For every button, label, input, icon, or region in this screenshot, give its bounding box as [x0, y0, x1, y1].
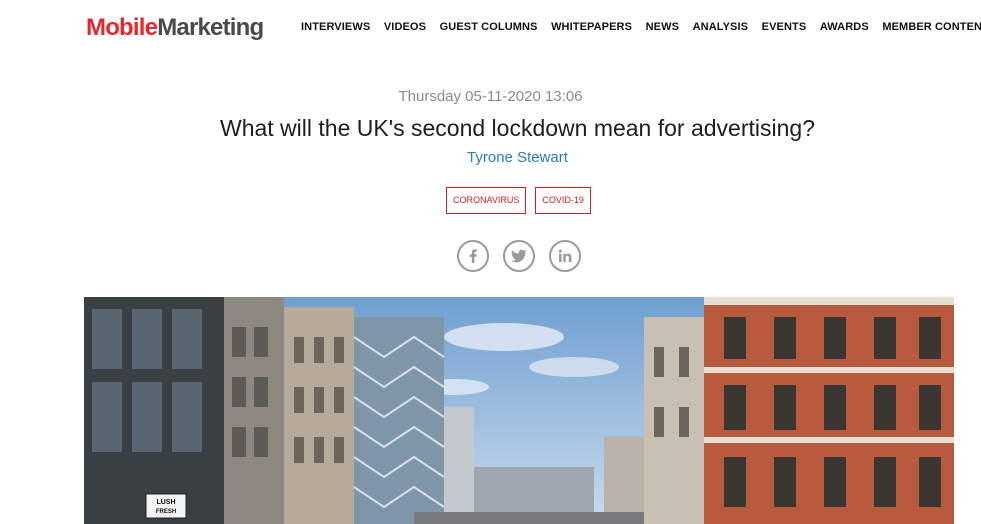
- share-linkedin-button[interactable]: [549, 240, 581, 272]
- nav-item-analysis[interactable]: ANALYSIS: [693, 19, 748, 35]
- site-header: MobileMarketing INTERVIEWS VIDEOS GUEST …: [0, 0, 981, 60]
- article-tags: CORONAVIRUS COVID-19: [446, 187, 591, 214]
- svg-text:FRESH: FRESH: [156, 509, 176, 515]
- facebook-icon: [469, 249, 477, 263]
- share-twitter-button[interactable]: [503, 240, 535, 272]
- logo-part-mobile: Mobile: [86, 14, 158, 41]
- linkedin-icon: [558, 249, 572, 262]
- main-nav: INTERVIEWS VIDEOS GUEST COLUMNS WHITEPAP…: [301, 19, 981, 35]
- article-author-link[interactable]: Tyrone Stewart: [0, 149, 981, 167]
- svg-text:LUSH: LUSH: [156, 499, 175, 506]
- nav-item-member-content[interactable]: MEMBER CONTENT: [882, 19, 981, 35]
- street-photo: LUSH FRESH: [84, 297, 954, 524]
- social-share-bar: [457, 240, 581, 272]
- twitter-icon: [511, 249, 527, 263]
- article-title: What will the UK's second lockdown mean …: [219, 115, 815, 141]
- nav-item-whitepapers[interactable]: WHITEPAPERS: [551, 19, 632, 35]
- nav-item-news[interactable]: NEWS: [646, 19, 679, 35]
- article-date: Thursday 05-11-2020 13:06: [398, 88, 583, 105]
- nav-item-guest-columns[interactable]: GUEST COLUMNS: [440, 19, 538, 35]
- tag-covid-19[interactable]: COVID-19: [535, 187, 591, 214]
- tag-coronavirus[interactable]: CORONAVIRUS: [446, 187, 527, 214]
- share-facebook-button[interactable]: [457, 240, 489, 272]
- nav-item-interviews[interactable]: INTERVIEWS: [301, 19, 370, 35]
- logo-part-marketing: Marketing: [157, 14, 264, 41]
- nav-item-awards[interactable]: AWARDS: [820, 19, 869, 35]
- nav-item-events[interactable]: EVENTS: [762, 19, 807, 35]
- nav-item-videos[interactable]: VIDEOS: [384, 19, 426, 35]
- site-logo[interactable]: MobileMarketing: [86, 13, 264, 43]
- hero-image: LUSH FRESH: [84, 297, 954, 524]
